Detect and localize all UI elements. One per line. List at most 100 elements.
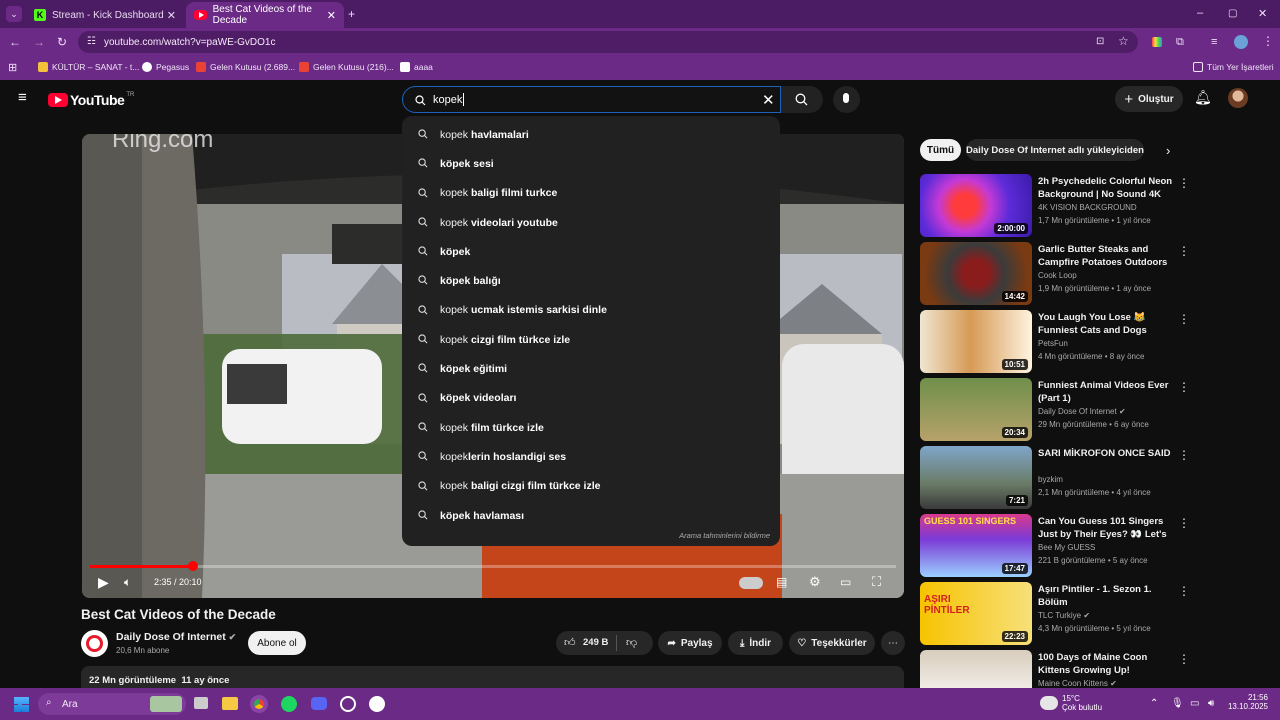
recommendation-channel[interactable]: TLC Turkiye ✔︎ (1038, 611, 1090, 620)
search-suggestion[interactable]: kopek ucmak istemis sarkisi dinle (402, 296, 780, 325)
tab-kick-dashboard[interactable]: K Stream - Kick Dashboard ✕ (26, 2, 184, 28)
notifications-bell-icon[interactable]: 🔔︎ (1194, 90, 1212, 104)
filter-chip-all[interactable]: Tümü (920, 139, 961, 161)
file-explorer-icon[interactable] (222, 697, 238, 710)
recommendation-card[interactable]: 2:00:00 2h Psychedelic Colorful Neon Back… (920, 174, 1250, 238)
close-window-icon[interactable]: ✕ (1258, 8, 1267, 20)
video-thumbnail[interactable]: GUESS 101 SINGERS 17:47 (920, 514, 1032, 577)
chevron-right-icon[interactable]: › (1166, 143, 1170, 158)
report-predictions-link[interactable]: Arama tahminlerini bildirme (679, 531, 770, 540)
maximize-icon[interactable]: ▢ (1228, 8, 1237, 20)
subtitles-icon[interactable]: ▤ (776, 575, 787, 589)
recommendation-title[interactable]: 100 Days of Maine Coon Kittens Growing U… (1038, 651, 1173, 677)
reading-list-icon[interactable]: ≡ (1211, 36, 1217, 48)
search-button[interactable] (781, 86, 823, 113)
video-thumbnail[interactable]: 10:51 (920, 310, 1032, 373)
speaker-icon[interactable]: 🔊︎ (1208, 698, 1214, 710)
search-suggestion[interactable]: kopek film türkce izle (402, 413, 780, 442)
fullscreen-icon[interactable]: ⛶ (872, 574, 881, 590)
dislike-icon[interactable]: 👎︎ (626, 636, 637, 649)
search-suggestion[interactable]: köpek balığı (402, 266, 780, 295)
video-thumbnail[interactable]: AŞIRI PİNTİLER 22:23 (920, 582, 1032, 645)
apps-icon[interactable]: ⊞ (8, 62, 17, 74)
clear-search-icon[interactable]: ✕ (762, 91, 775, 109)
video-thumbnail[interactable]: 7:21 (920, 446, 1032, 509)
all-bookmarks[interactable]: Tüm Yer İşaretleri (1193, 62, 1274, 72)
search-suggestion[interactable]: kopek baligi cizgi film türkce izle (402, 472, 780, 501)
video-thumbnail[interactable]: 14:42 (920, 242, 1032, 305)
volume-icon[interactable]: 🔈︎ (124, 575, 131, 590)
bookmark-gmail-1[interactable]: Gelen Kutusu (2.689... (196, 62, 295, 72)
recommendation-card[interactable]: AŞIRI PİNTİLER 22:23 Aşırı Pintiler - 1. S… (920, 582, 1250, 646)
more-options-icon[interactable]: ⋮ (1178, 652, 1190, 666)
recommendation-title[interactable]: You Laugh You Lose 😹 Funniest Cats and D… (1038, 311, 1173, 338)
search-suggestion[interactable]: köpek (402, 237, 780, 266)
play-icon[interactable]: ▶ (98, 574, 109, 591)
extensions-icon[interactable]: ⧉ (1176, 36, 1184, 48)
app-icon[interactable] (369, 696, 385, 712)
recommendation-channel[interactable]: 4K VISION BACKGROUND (1038, 203, 1137, 212)
recommendation-title[interactable]: Funniest Animal Videos Ever (Part 1) (1038, 379, 1173, 405)
search-suggestion[interactable]: kopek cizgi film türkce izle (402, 325, 780, 354)
forward-icon[interactable]: → (33, 36, 45, 48)
search-suggestion[interactable]: köpek eğitimi (402, 354, 780, 383)
close-tab-icon[interactable]: ✕ (327, 9, 336, 22)
minimize-icon[interactable]: – (1197, 7, 1203, 19)
back-icon[interactable]: ← (9, 36, 21, 48)
spotify-icon[interactable] (281, 696, 297, 712)
url-bar[interactable]: ☷ youtube.com/watch?v=paWE-GvDO1c (78, 31, 1138, 53)
tab-search-icon[interactable]: ⌄ (6, 6, 22, 22)
more-options-icon[interactable]: ⋮ (1178, 244, 1190, 258)
recommendation-card[interactable]: 7:21 SARI MİKROFON ONCE SAID byzkim 2,1 Mn … (920, 446, 1250, 510)
recommendation-channel[interactable]: Bee My GUESS (1038, 543, 1095, 552)
like-icon[interactable]: 👍︎ (564, 636, 576, 649)
discord-icon[interactable] (311, 697, 327, 710)
weather-widget[interactable]: 15°C Çok bulutlu (1062, 694, 1102, 712)
more-options-icon[interactable]: ⋮ (1178, 584, 1190, 598)
recommendation-title[interactable]: Aşırı Pintiler - 1. Sezon 1. Bölüm (1038, 583, 1173, 609)
reload-icon[interactable]: ↻ (57, 36, 67, 48)
theater-mode-icon[interactable]: ▭ (840, 575, 851, 589)
new-tab-icon[interactable]: + (348, 8, 355, 20)
share-button[interactable]: ➦ Paylaş (658, 631, 722, 655)
recommendation-channel[interactable]: Daily Dose Of Internet ✔︎ (1038, 407, 1126, 416)
recommendation-card[interactable]: 10:51 You Laugh You Lose 😹 Funniest Cats … (920, 310, 1250, 374)
recommendation-title[interactable]: SARI MİKROFON ONCE SAID (1038, 447, 1173, 460)
account-avatar[interactable] (1228, 88, 1248, 108)
bookmark-kultur[interactable]: KÜLTÜR – SANAT - t... (38, 62, 139, 72)
recommendation-card[interactable]: GUESS 101 SINGERS 17:47 Can You Guess 101 … (920, 514, 1250, 578)
autoplay-toggle[interactable] (739, 577, 763, 589)
video-thumbnail[interactable]: 2:00:00 (920, 174, 1032, 237)
bookmark-pegasus[interactable]: Pegasus (142, 62, 189, 72)
thanks-button[interactable]: ♡ Teşekkürler (789, 631, 875, 655)
recommendation-card[interactable]: 20:34 Funniest Animal Videos Ever (Part 1… (920, 378, 1250, 442)
tray-chevron-up-icon[interactable]: ⌃ (1150, 698, 1158, 710)
windows-start-icon[interactable] (14, 697, 29, 712)
recommendation-card[interactable]: 14:42 Garlic Butter Steaks and Campfire P… (920, 242, 1250, 306)
recommendation-card[interactable]: 100 Days of Maine Coon Kittens Growing U… (920, 650, 1250, 688)
bookmark-star-icon[interactable]: ☆ (1118, 35, 1129, 47)
weather-cloud-icon[interactable] (1040, 696, 1058, 710)
profile-avatar[interactable] (1234, 35, 1248, 49)
like-count[interactable]: 249 B (583, 637, 608, 648)
recommendation-channel[interactable]: PetsFun (1038, 339, 1068, 348)
recommendation-channel[interactable]: Maine Coon Kittens ✔︎ (1038, 679, 1117, 688)
extension-color-icon[interactable] (1152, 37, 1162, 47)
close-tab-icon[interactable]: ✕ (167, 9, 176, 22)
search-input[interactable]: kopek ✕ (402, 86, 781, 113)
progress-bar[interactable] (90, 561, 896, 571)
video-thumbnail[interactable]: 20:34 (920, 378, 1032, 441)
taskbar-search[interactable]: ⌕ Ara (38, 693, 186, 715)
search-suggestion[interactable]: kopek havlamalari (402, 120, 780, 149)
download-button[interactable]: ⤓ İndir (728, 631, 783, 655)
install-app-icon[interactable]: ⊡ (1096, 36, 1104, 48)
recommendation-title[interactable]: 2h Psychedelic Colorful Neon Background … (1038, 175, 1173, 201)
search-suggestion[interactable]: kopek baligi filmi turkce (402, 179, 780, 208)
recommendation-title[interactable]: Garlic Butter Steaks and Campfire Potato… (1038, 243, 1173, 269)
chatgpt-icon[interactable] (340, 696, 356, 712)
channel-name[interactable]: Daily Dose Of Internet ✔︎ (116, 631, 236, 643)
chrome-icon[interactable] (250, 695, 268, 713)
menu-icon[interactable]: ⋮ (1262, 35, 1274, 47)
create-button[interactable]: + Oluştur (1115, 86, 1183, 112)
tab-youtube[interactable]: Best Cat Videos of the Decade ✕ (186, 2, 344, 28)
